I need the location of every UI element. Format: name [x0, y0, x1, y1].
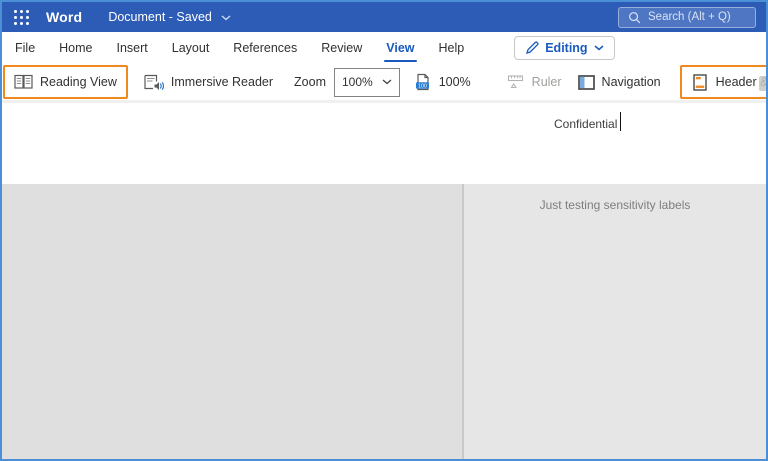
reading-view-label: Reading View [40, 75, 117, 89]
header-text: Confidential [554, 117, 618, 131]
menu-view-active[interactable]: View [384, 41, 417, 62]
word-online-window: Word Document - Saved Search (Alt + Q) F… [0, 0, 768, 461]
chevron-down-icon [221, 15, 231, 21]
svg-text:100: 100 [418, 83, 427, 89]
header-footer-button[interactable]: Header & Footer [691, 70, 766, 95]
document-header-area[interactable]: Confidential [2, 103, 766, 184]
body-text: Just testing sensitivity labels [539, 198, 691, 212]
ruler-label: Ruler [531, 75, 562, 89]
document-status-label: Document - Saved [108, 10, 212, 24]
navigation-label: Navigation [601, 75, 661, 89]
immersive-reader-label: Immersive Reader [170, 75, 274, 89]
zoom-100-label: 100% [438, 75, 471, 89]
reading-view-button[interactable]: Reading View [12, 70, 119, 94]
menu-home[interactable]: Home [59, 41, 92, 55]
reading-view-highlight: Reading View [3, 65, 128, 99]
menu-insert[interactable]: Insert [117, 41, 148, 55]
search-icon [629, 11, 641, 23]
app-name[interactable]: Word [46, 9, 82, 25]
menu-layout[interactable]: Layout [172, 41, 210, 55]
search-placeholder: Search (Alt + Q) [648, 11, 731, 23]
immersive-reader-button[interactable]: Immersive Reader [141, 70, 275, 95]
search-input[interactable]: Search (Alt + Q) [618, 6, 756, 28]
navigation-button[interactable]: Navigation [576, 71, 663, 94]
header-footer-highlight: Header & Footer [679, 65, 766, 99]
editing-mode-button[interactable]: Editing [514, 36, 615, 60]
clipped-ribbon-icon [759, 76, 766, 91]
text-cursor [620, 112, 622, 131]
editing-label: Editing [545, 41, 588, 55]
menu-review[interactable]: Review [321, 41, 362, 55]
chevron-down-icon [594, 45, 604, 51]
open-book-icon [14, 74, 33, 89]
app-launcher-icon[interactable] [12, 8, 30, 26]
pencil-icon [526, 41, 539, 54]
ribbon-view-tab: Reading View Immersive Reader Zoom 100% [2, 64, 766, 103]
zoom-level-value: 100% [341, 75, 373, 89]
ruler-button-disabled: Ruler [505, 70, 564, 94]
document-body-area: Just testing sensitivity labels [2, 184, 766, 459]
document-title-status[interactable]: Document - Saved [108, 10, 231, 24]
titlebar: Word Document - Saved Search (Alt + Q) [2, 2, 766, 32]
menubar: File Home Insert Layout References Revie… [2, 32, 766, 64]
menu-help[interactable]: Help [439, 41, 465, 55]
dimmed-page-content[interactable]: Just testing sensitivity labels [464, 184, 766, 459]
zoom-label: Zoom [294, 75, 326, 89]
zoom-100-button[interactable]: 100 100% [412, 69, 473, 95]
chevron-down-icon [382, 79, 392, 85]
navigation-pane-icon [577, 74, 595, 90]
canvas-background [2, 184, 462, 459]
header-footer-page-icon [692, 73, 707, 91]
ruler-icon [507, 75, 523, 89]
immersive-reader-icon [144, 74, 164, 90]
menu-references[interactable]: References [233, 41, 297, 55]
zoom-level-dropdown[interactable]: 100% [333, 67, 400, 97]
menu-file[interactable]: File [15, 41, 35, 55]
zoom-100-page-icon: 100 [415, 73, 429, 91]
